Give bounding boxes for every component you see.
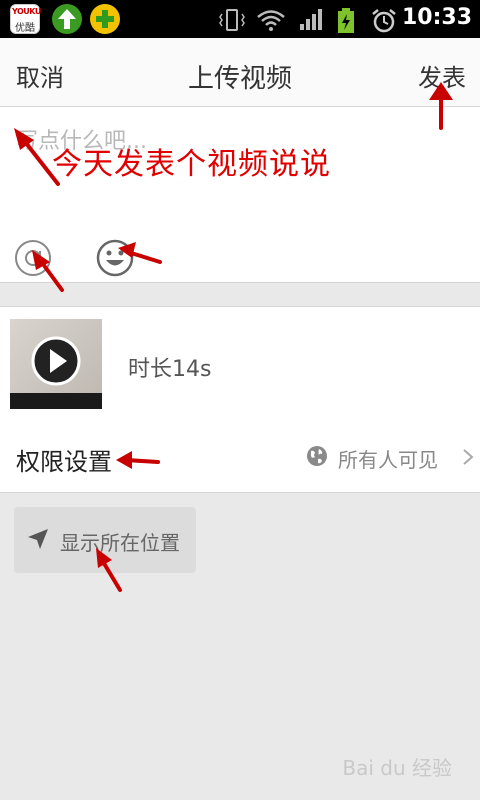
emoji-icon[interactable] xyxy=(96,239,134,277)
globe-icon xyxy=(307,446,327,466)
location-label: 显示所在位置 xyxy=(60,531,180,555)
video-duration: 时长14s xyxy=(128,357,212,382)
vibrate-icon xyxy=(219,9,245,31)
status-time: 10:33 xyxy=(401,5,472,30)
publish-button[interactable]: 发表 xyxy=(418,58,466,93)
video-thumbnail[interactable] xyxy=(10,319,102,409)
battery-icon xyxy=(338,8,354,33)
permission-value: 所有人可见 xyxy=(338,448,438,472)
youku-logo-sub: 优酷 xyxy=(15,23,35,34)
upload-app-icon xyxy=(52,4,82,34)
youku-app-icon: YOUKU 优酷 xyxy=(10,4,41,34)
youku-logo-text: YOUKU xyxy=(12,7,41,16)
video-item: 时长14s xyxy=(0,306,480,422)
wifi-icon xyxy=(257,10,285,31)
header-bar: 取消 上传视频 发表 xyxy=(0,38,480,107)
compose-area[interactable]: 写点什么吧... 今天发表个视频说说 xyxy=(0,107,480,283)
signal-icon xyxy=(300,9,322,30)
plus-app-icon xyxy=(90,4,120,34)
status-bar: YOUKU 优酷 10:33 xyxy=(0,0,480,38)
chevron-right-icon xyxy=(463,449,474,465)
alarm-icon xyxy=(372,9,396,33)
permission-setting-row[interactable]: 权限设置 所有人可见 xyxy=(0,420,480,493)
location-arrow-icon xyxy=(28,529,48,549)
page-title: 上传视频 xyxy=(187,64,292,94)
watermark: Bai du 经验 xyxy=(342,756,452,780)
permission-label: 权限设置 xyxy=(16,448,112,476)
play-icon[interactable] xyxy=(31,336,81,386)
annotation-text: 今天发表个视频说说 xyxy=(52,147,331,182)
at-icon[interactable] xyxy=(14,239,52,277)
show-location-button[interactable]: 显示所在位置 xyxy=(14,507,196,573)
